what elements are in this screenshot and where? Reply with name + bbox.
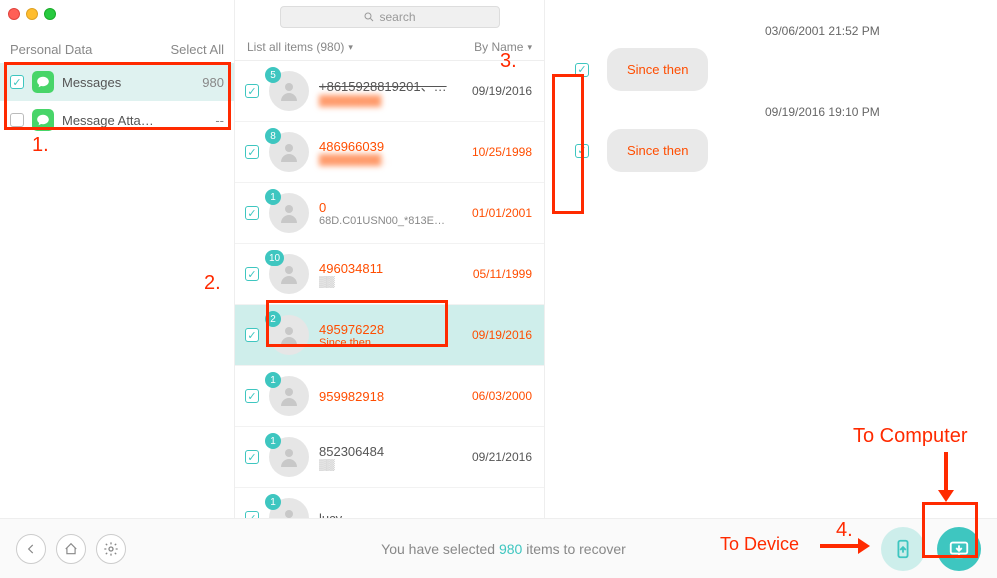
conversation-name: 496034811 — [319, 261, 467, 276]
conversation-date: 09/19/2016 — [472, 84, 532, 98]
back-button[interactable] — [16, 534, 46, 564]
conversation-date: 09/21/2016 — [472, 450, 532, 464]
unread-badge: 1 — [265, 189, 281, 205]
conversation-row[interactable]: 8 486966039 ████████ . 10/25/1998 — [235, 122, 544, 183]
unread-badge: 5 — [265, 67, 281, 83]
checkbox-icon[interactable] — [575, 63, 589, 77]
search-icon — [363, 11, 375, 23]
message-detail-panel: 03/06/2001 21:52 PM Since then 09/19/201… — [545, 0, 997, 518]
search-placeholder: search — [379, 10, 415, 24]
conversation-row[interactable]: 1 959982918 06/03/2000 — [235, 366, 544, 427]
select-all-button[interactable]: Select All — [171, 42, 224, 57]
checkbox-icon[interactable] — [245, 389, 259, 403]
footer-bar: You have selected 980 items to recover — [0, 518, 997, 578]
sidebar-item-message-attachments[interactable]: Message Atta… -- — [0, 101, 234, 139]
conversation-date: 06/03/2000 — [472, 389, 532, 403]
conversation-row[interactable]: 2 495976228 Since then 09/19/2016 — [235, 305, 544, 366]
settings-button[interactable] — [96, 534, 126, 564]
messages-attachment-icon — [32, 109, 54, 131]
conversation-date: 01/01/2001 — [472, 206, 532, 220]
sort-label: By Name — [474, 40, 523, 54]
message-row: Since then — [575, 48, 997, 91]
conversation-name: 959982918 — [319, 389, 466, 404]
checkbox-icon[interactable] — [245, 450, 259, 464]
conversation-preview: ▒▒ — [319, 459, 466, 471]
message-bubble: Since then — [607, 129, 708, 172]
conversation-preview: Since then — [319, 337, 466, 349]
checkbox-icon[interactable] — [245, 328, 259, 342]
checkbox-icon[interactable] — [10, 75, 24, 89]
conversation-name: +8615928819201、… — [319, 76, 466, 95]
search-input[interactable]: search — [280, 6, 500, 28]
conversation-name: 495976228 — [319, 322, 466, 337]
conversation-name: 486966039 — [319, 139, 466, 154]
conversation-preview: ████████ — [319, 95, 466, 107]
unread-badge: 1 — [265, 433, 281, 449]
checkbox-icon[interactable] — [245, 84, 259, 98]
chevron-down-icon: ▾ — [527, 42, 532, 53]
sidebar-header-label: Personal Data — [10, 42, 92, 57]
conversation-date: 05/11/1999 — [473, 267, 532, 281]
conversation-row[interactable]: 5 +8615928819201、… ████████ 09/19/2016 — [235, 61, 544, 122]
conversation-preview: ▒▒ — [319, 276, 467, 288]
conversation-list[interactable]: 5 +8615928819201、… ████████ 09/19/2016 8… — [235, 61, 544, 518]
unread-badge: 2 — [265, 311, 281, 327]
message-row: Since then — [575, 129, 997, 172]
sidebar-item-label: Messages — [62, 75, 202, 90]
home-button[interactable] — [56, 534, 86, 564]
conversation-date: 10/25/1998 — [472, 145, 532, 159]
conversation-name: 852306484 — [319, 444, 466, 459]
footer-status-text: You have selected 980 items to recover — [126, 541, 881, 557]
conversation-preview: ████████ . — [319, 154, 466, 166]
conversation-row[interactable]: 10 496034811 ▒▒ 05/11/1999 — [235, 244, 544, 305]
export-to-computer-button[interactable] — [937, 527, 981, 571]
conversation-preview: 68D.C01USN00_*813E… — [319, 215, 466, 227]
conversation-row[interactable]: 1 lucy — [235, 488, 544, 518]
sidebar-item-label: Message Atta… — [62, 113, 215, 128]
message-timestamp: 03/06/2001 21:52 PM — [765, 24, 997, 38]
unread-badge: 8 — [265, 128, 281, 144]
sort-dropdown[interactable]: By Name ▾ — [474, 40, 532, 54]
checkbox-icon[interactable] — [245, 145, 259, 159]
chevron-down-icon: ▾ — [348, 42, 353, 53]
message-bubble: Since then — [607, 48, 708, 91]
unread-badge: 1 — [265, 494, 281, 510]
sidebar-item-count: -- — [215, 113, 224, 128]
conversation-row[interactable]: 1 852306484 ▒▒ 09/21/2016 — [235, 427, 544, 488]
checkbox-icon[interactable] — [10, 113, 24, 127]
conversation-column: search List all items (980) ▾ By Name ▾ … — [235, 0, 545, 518]
export-to-device-button[interactable] — [881, 527, 925, 571]
sidebar-item-messages[interactable]: Messages 980 — [0, 63, 234, 101]
conversation-date: 09/19/2016 — [472, 328, 532, 342]
checkbox-icon[interactable] — [245, 267, 259, 281]
checkbox-icon[interactable] — [245, 206, 259, 220]
sidebar-item-count: 980 — [202, 75, 224, 90]
conversation-name: 0 — [319, 200, 466, 215]
checkbox-icon[interactable] — [575, 144, 589, 158]
message-timestamp: 09/19/2016 19:10 PM — [765, 105, 997, 119]
conversation-row[interactable]: 1 0 68D.C01USN00_*813E… 01/01/2001 — [235, 183, 544, 244]
sidebar: Personal Data Select All Messages 980 Me… — [0, 0, 235, 518]
conversation-name: lucy — [319, 511, 526, 519]
unread-badge: 1 — [265, 372, 281, 388]
unread-badge: 10 — [265, 250, 284, 266]
list-filter-label: List all items (980) — [247, 40, 344, 54]
checkbox-icon[interactable] — [245, 511, 259, 518]
messages-app-icon — [32, 71, 54, 93]
list-filter-dropdown[interactable]: List all items (980) ▾ — [247, 40, 353, 54]
